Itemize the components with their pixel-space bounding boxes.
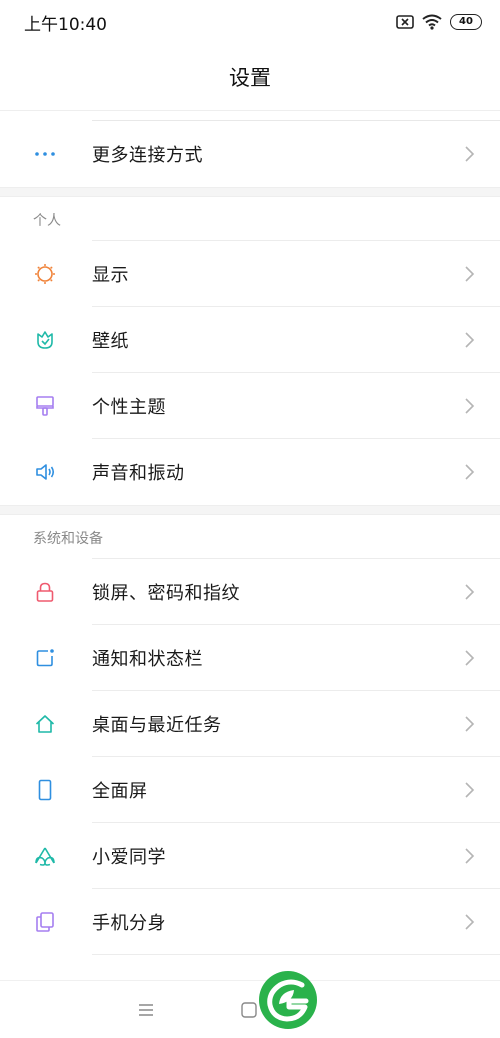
lock-icon — [33, 580, 57, 604]
chevron-right-icon — [465, 716, 475, 732]
row-label: 锁屏、密码和指纹 — [92, 583, 240, 604]
chevron-right-icon — [465, 848, 475, 864]
row-display[interactable]: 显示 — [0, 241, 500, 307]
row-more-connections[interactable]: 更多连接方式 — [0, 121, 500, 187]
section-gap — [0, 187, 500, 197]
more-dots-icon — [33, 142, 57, 166]
dual-app-icon — [33, 910, 57, 934]
flower-icon — [33, 328, 57, 352]
row-wallpaper[interactable]: 壁纸 — [0, 307, 500, 373]
chevron-right-icon — [465, 914, 475, 930]
list-top-fragment — [92, 111, 500, 121]
status-icons: 40 — [396, 12, 482, 32]
chevron-right-icon — [465, 146, 475, 162]
chevron-right-icon — [465, 650, 475, 666]
leaf-logo-icon — [259, 971, 317, 1029]
home-nav-icon[interactable] — [240, 1001, 258, 1019]
header: 设置 — [0, 44, 500, 110]
menu-icon[interactable] — [138, 1003, 154, 1017]
navigation-bar — [0, 980, 500, 1038]
status-bar: 上午10:40 40 — [0, 0, 500, 44]
chevron-right-icon — [465, 782, 475, 798]
chevron-right-icon — [465, 332, 475, 348]
row-label: 手机分身 — [92, 913, 166, 934]
status-time: 上午10:40 — [24, 15, 107, 35]
row-notifications[interactable]: 通知和状态栏 — [0, 625, 500, 691]
settings-screen: 上午10:40 40 设置 更多连接方式 个人 显示 壁纸 个性主题 声音和振动… — [0, 0, 500, 1038]
row-label: 声音和振动 — [92, 463, 185, 484]
page-title: 设置 — [229, 66, 271, 90]
settings-list: 更多连接方式 个人 显示 壁纸 个性主题 声音和振动 系统和设备 锁屏、密码和指… — [0, 111, 500, 955]
row-label: 小爱同学 — [92, 847, 166, 868]
notification-icon — [33, 646, 57, 670]
row-home-screen[interactable]: 桌面与最近任务 — [0, 691, 500, 757]
section-title: 系统和设备 — [33, 531, 103, 547]
row-fullscreen[interactable]: 全面屏 — [0, 757, 500, 823]
chevron-right-icon — [465, 398, 475, 414]
row-sound[interactable]: 声音和振动 — [0, 439, 500, 505]
brush-icon — [33, 394, 57, 418]
row-label: 壁纸 — [92, 331, 129, 352]
no-sim-icon — [396, 15, 414, 29]
row-themes[interactable]: 个性主题 — [0, 373, 500, 439]
xiaoai-icon — [33, 844, 57, 868]
row-label: 桌面与最近任务 — [92, 715, 222, 736]
speaker-icon — [33, 460, 57, 484]
battery-level: 40 — [459, 16, 473, 27]
row-label: 全面屏 — [92, 781, 148, 802]
section-header-personal: 个人 — [0, 197, 500, 241]
phone-icon — [33, 778, 57, 802]
sun-icon — [33, 262, 57, 286]
battery-icon: 40 — [450, 14, 482, 30]
chevron-right-icon — [465, 266, 475, 282]
chevron-right-icon — [465, 464, 475, 480]
row-label: 显示 — [92, 265, 129, 286]
section-title: 个人 — [33, 213, 61, 229]
row-lockscreen[interactable]: 锁屏、密码和指纹 — [0, 559, 500, 625]
row-label: 更多连接方式 — [92, 145, 203, 166]
row-xiaoai[interactable]: 小爱同学 — [0, 823, 500, 889]
row-second-space[interactable]: 手机分身 — [0, 889, 500, 955]
row-label: 个性主题 — [92, 397, 166, 418]
section-gap — [0, 505, 500, 515]
chevron-right-icon — [465, 584, 475, 600]
section-header-system: 系统和设备 — [0, 515, 500, 559]
wifi-icon — [422, 14, 442, 30]
row-label: 通知和状态栏 — [92, 649, 203, 670]
home-icon — [33, 712, 57, 736]
